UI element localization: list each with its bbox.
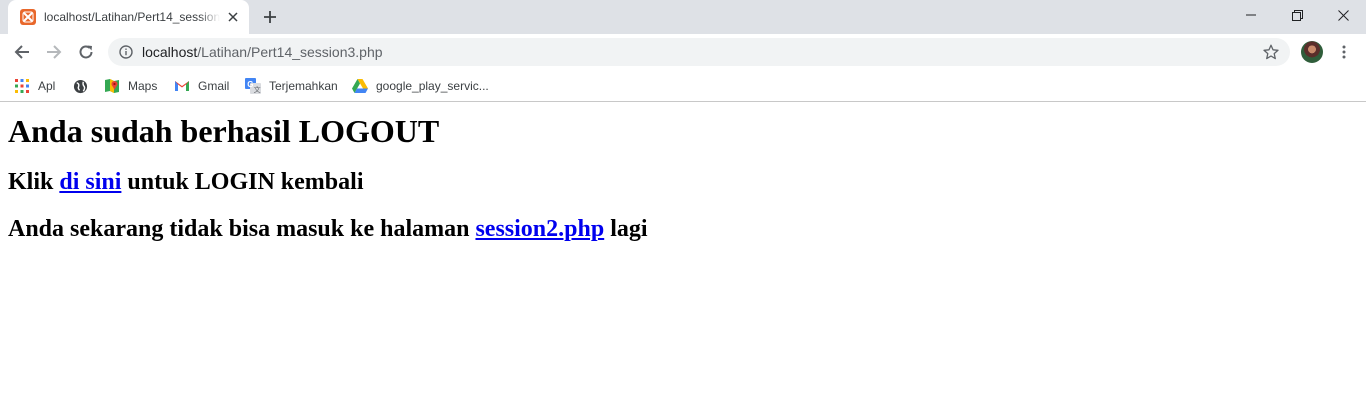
- message-prefix: Klik: [8, 169, 60, 195]
- url-host: localhost: [142, 44, 198, 60]
- no-access-message: Anda sekarang tidak bisa masuk ke halama…: [8, 215, 648, 243]
- tab-strip: localhost/Latihan/Pert14_session3.php: [0, 0, 1366, 34]
- bookmark-label: Terjemahkan: [269, 79, 338, 93]
- logout-heading: Anda sudah berhasil LOGOUT: [8, 113, 440, 149]
- maps-icon: [104, 78, 120, 94]
- xampp-icon: [20, 9, 36, 25]
- svg-text:G: G: [247, 80, 253, 89]
- more-menu-icon[interactable]: [1332, 40, 1356, 64]
- message-prefix: Anda sekarang tidak bisa masuk ke halama…: [8, 216, 476, 242]
- tab-title: localhost/Latihan/Pert14_session3.php: [44, 10, 220, 24]
- page-content: Anda sudah berhasil LOGOUT Klik di sini …: [0, 103, 1366, 418]
- svg-text:文: 文: [254, 85, 261, 94]
- bookmark-star-icon[interactable]: [1262, 43, 1280, 61]
- bookmark-globe[interactable]: [72, 76, 96, 96]
- translate-icon: G文: [245, 78, 261, 94]
- bookmark-label: Maps: [128, 79, 158, 93]
- minimize-icon[interactable]: [1228, 0, 1274, 30]
- login-link[interactable]: di sini: [59, 169, 121, 195]
- bookmark-maps[interactable]: Maps: [104, 76, 157, 96]
- bookmark-label: Apl: [38, 79, 56, 93]
- message-suffix: lagi: [604, 216, 648, 242]
- reload-icon[interactable]: [72, 38, 100, 66]
- address-bar[interactable]: localhost/Latihan/Pert14_session3.php: [108, 38, 1290, 66]
- globe-icon: [72, 78, 88, 94]
- drive-icon: [352, 78, 368, 94]
- bookmark-gmail[interactable]: Gmail: [174, 76, 229, 96]
- bookmark-drive[interactable]: google_play_servic...: [352, 76, 489, 96]
- bookmarks-bar: Apl Maps Gmail G文 Terjemahkan google_pla…: [0, 70, 1366, 102]
- bookmark-label: Gmail: [198, 79, 230, 93]
- info-icon[interactable]: [118, 44, 134, 60]
- login-again-message: Klik di sini untuk LOGIN kembali: [8, 168, 363, 196]
- close-window-icon[interactable]: [1320, 0, 1366, 30]
- bookmark-label: google_play_servic...: [376, 79, 489, 93]
- restore-icon[interactable]: [1274, 0, 1320, 30]
- message-suffix: untuk LOGIN kembali: [121, 169, 364, 195]
- browser-toolbar: localhost/Latihan/Pert14_session3.php: [0, 34, 1366, 70]
- close-tab-icon[interactable]: [224, 8, 242, 26]
- bookmark-translate[interactable]: G文 Terjemahkan: [245, 76, 338, 96]
- url-path: /Latihan/Pert14_session3.php: [197, 44, 383, 60]
- back-arrow-icon[interactable]: [8, 38, 36, 66]
- apps-grid-icon: [14, 78, 30, 94]
- session2-link[interactable]: session2.php: [475, 216, 604, 242]
- browser-tab[interactable]: localhost/Latihan/Pert14_session3.php: [8, 0, 249, 34]
- forward-arrow-icon[interactable]: [40, 38, 68, 66]
- new-tab-icon[interactable]: [259, 6, 281, 28]
- url-text: localhost/Latihan/Pert14_session3.php: [142, 44, 383, 60]
- profile-avatar[interactable]: [1301, 41, 1323, 63]
- bookmark-apps[interactable]: Apl: [14, 76, 55, 96]
- gmail-icon: [174, 78, 190, 94]
